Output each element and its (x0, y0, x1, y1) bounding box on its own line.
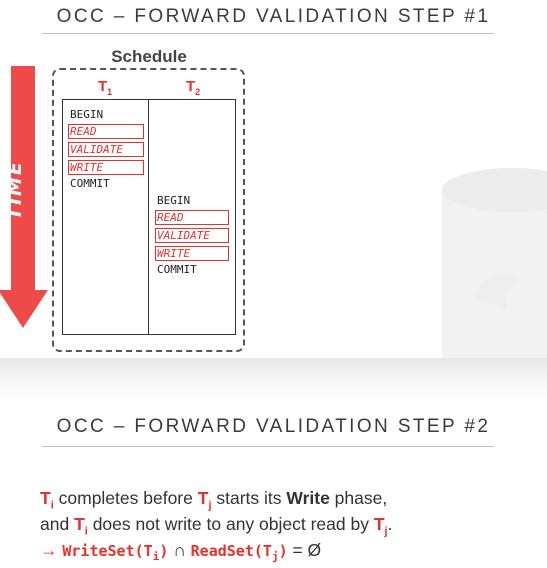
arrow-icon: → (40, 540, 63, 560)
readset-close: ) (278, 542, 288, 560)
ti: T (40, 488, 51, 508)
t1-op-validate: VALIDATE (68, 142, 144, 157)
slide-step-1: OCC – FORWARD VALIDATION STEP #1 Schedul… (0, 0, 547, 358)
t2-header: T2 (186, 78, 200, 97)
equals-empty: = Ø (287, 540, 322, 560)
text: starts its (211, 488, 287, 508)
text: . (387, 514, 393, 534)
t2-sub: 2 (195, 87, 201, 97)
t1-op-commit: COMMIT (70, 177, 110, 190)
t2-op-begin: BEGIN (157, 194, 191, 207)
t2-op-write: WRITE (155, 246, 229, 261)
time-label: TIME (4, 160, 26, 220)
title-rule (42, 446, 494, 447)
slide-step-2: OCC – FORWARD VALIDATION STEP #2 Ti comp… (0, 402, 547, 568)
title-rule (42, 33, 494, 34)
database-watermark-icon (442, 168, 547, 358)
column-divider (148, 99, 149, 335)
t1-header: T1 (98, 78, 112, 97)
slide-title: OCC – FORWARD VALIDATION STEP #2 (56, 416, 491, 437)
writeset-close: ) (159, 542, 169, 560)
t2-name: T (186, 78, 196, 95)
writeset: WriteSet(T (62, 542, 153, 560)
slide-gap (0, 358, 547, 402)
ti: T (74, 514, 85, 534)
readset-sub: j (271, 550, 279, 563)
intersection: ∩ (168, 540, 191, 560)
text: does not write to any object read by (87, 514, 374, 534)
text: phase, (329, 488, 388, 508)
tj: T (197, 488, 209, 508)
t1-op-write: WRITE (68, 160, 144, 175)
t1-op-begin: BEGIN (70, 108, 104, 121)
tj: T (373, 514, 385, 534)
t2-op-read: READ (155, 210, 229, 225)
t1-name: T (98, 78, 108, 95)
condition-line-3: → WriteSet(Ti) ∩ ReadSet(Tj) = Ø (40, 538, 321, 568)
t1-op-read: READ (68, 124, 144, 139)
readset: ReadSet(T (190, 542, 272, 560)
t2-op-validate: VALIDATE (155, 228, 229, 243)
schedule-label: Schedule (111, 47, 187, 66)
t1-sub: 1 (107, 87, 113, 97)
slide-title: OCC – FORWARD VALIDATION STEP #1 (56, 6, 491, 27)
write-bold: Write (286, 488, 330, 508)
t2-op-commit: COMMIT (157, 263, 197, 276)
text: and (40, 514, 75, 534)
text: completes before (53, 488, 198, 508)
